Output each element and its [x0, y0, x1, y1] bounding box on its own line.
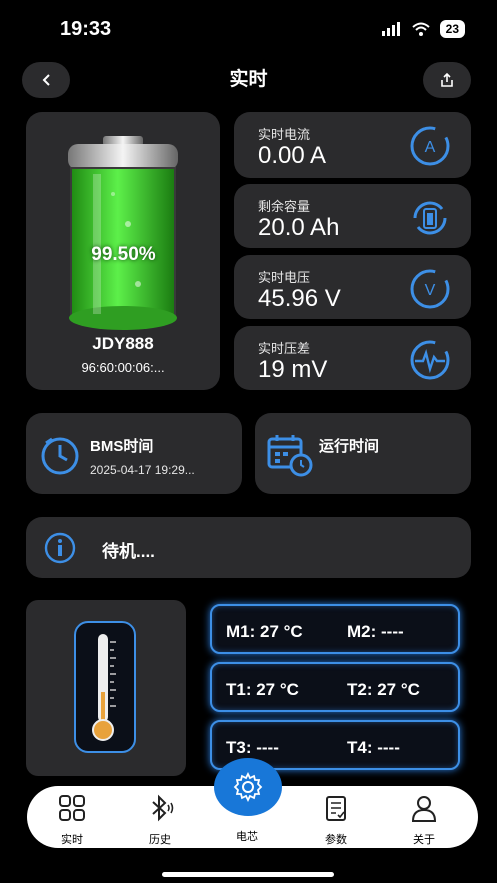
- metric-label: 实时压差: [258, 341, 311, 356]
- home-indicator: [162, 872, 334, 877]
- person-icon: [411, 796, 437, 822]
- metric-label: 实时电压: [258, 270, 311, 285]
- tab-cells[interactable]: 电芯: [217, 824, 277, 844]
- cells-center-button[interactable]: [214, 758, 282, 816]
- tab-history[interactable]: 历史: [130, 794, 190, 847]
- battery-level-badge: 23: [439, 20, 465, 38]
- bms-time-title: BMS时间: [90, 438, 154, 455]
- battery-percent: 99.50%: [91, 244, 156, 265]
- share-button[interactable]: [423, 62, 471, 98]
- gear-icon: [233, 772, 263, 802]
- voltage-diff-card: 实时压差 19 mV: [234, 326, 471, 390]
- signal-icon: [381, 22, 400, 36]
- pulse-icon: [410, 340, 450, 380]
- tab-label: 实时: [61, 834, 83, 846]
- tab-label: 关于: [413, 834, 435, 846]
- metric-value: 19 mV: [258, 356, 328, 383]
- voltmeter-icon: V: [410, 269, 450, 309]
- wifi-icon: [411, 22, 430, 36]
- run-time-card[interactable]: 运行时间: [255, 413, 471, 494]
- tab-realtime[interactable]: 实时: [42, 794, 102, 847]
- thermometer-icon: [92, 634, 116, 741]
- clock-icon: [41, 437, 79, 475]
- metric-value: 45.96 V: [258, 285, 341, 312]
- tab-label: 参数: [325, 834, 347, 846]
- share-icon: [441, 72, 453, 87]
- temp-t4: T4: ----: [347, 738, 400, 757]
- voltage-card: 实时电压 45.96 V V: [234, 255, 471, 319]
- tab-about[interactable]: 关于: [394, 794, 454, 847]
- battery-refresh-icon: [413, 201, 447, 235]
- bms-time-card[interactable]: BMS时间 2025-04-17 19:29...: [26, 413, 242, 494]
- metric-value: 0.00 A: [258, 142, 327, 169]
- status-card: 待机....: [26, 517, 471, 578]
- temp-t3: T3: ----: [226, 738, 279, 757]
- temp-m1: M1: 27 °C: [226, 622, 303, 641]
- info-icon: [44, 532, 76, 564]
- device-id: 96:60:00:06:...: [81, 360, 165, 375]
- status-text: 待机....: [102, 542, 155, 561]
- tab-label: 历史: [149, 834, 171, 846]
- metric-label: 剩余容量: [258, 199, 311, 214]
- bms-time-value: 2025-04-17 19:29...: [90, 463, 195, 477]
- grid-icon: [59, 795, 85, 821]
- tab-label: 电芯: [236, 831, 258, 843]
- temp-box-t12: T1: 27 °C T2: 27 °C: [210, 662, 460, 712]
- metric-value: 20.0 Ah: [258, 214, 340, 241]
- status-icons: 23: [381, 20, 465, 38]
- run-time-title: 运行时间: [319, 438, 380, 455]
- temp-t2: T2: 27 °C: [347, 680, 420, 699]
- temp-box-m: M1: 27 °C M2: ----: [210, 604, 460, 654]
- ammeter-icon: A: [410, 126, 450, 166]
- temp-t1: T1: 27 °C: [226, 680, 299, 699]
- status-time: 19:33: [60, 18, 112, 40]
- svg-text:V: V: [425, 282, 436, 299]
- clipboard-icon: [326, 796, 346, 821]
- device-name: JDY888: [92, 334, 154, 353]
- metric-label: 实时电流: [258, 127, 311, 142]
- thermometer-card: [26, 600, 186, 776]
- bluetooth-icon: [152, 794, 174, 822]
- svg-text:A: A: [425, 139, 436, 156]
- temp-m2: M2: ----: [347, 622, 404, 641]
- capacity-card: 剩余容量 20.0 Ah: [234, 184, 471, 248]
- calendar-clock-icon: [267, 435, 313, 477]
- current-card: 实时电流 0.00 A A: [234, 112, 471, 178]
- battery-level-icon: [68, 136, 178, 330]
- tab-params[interactable]: 参数: [306, 794, 366, 847]
